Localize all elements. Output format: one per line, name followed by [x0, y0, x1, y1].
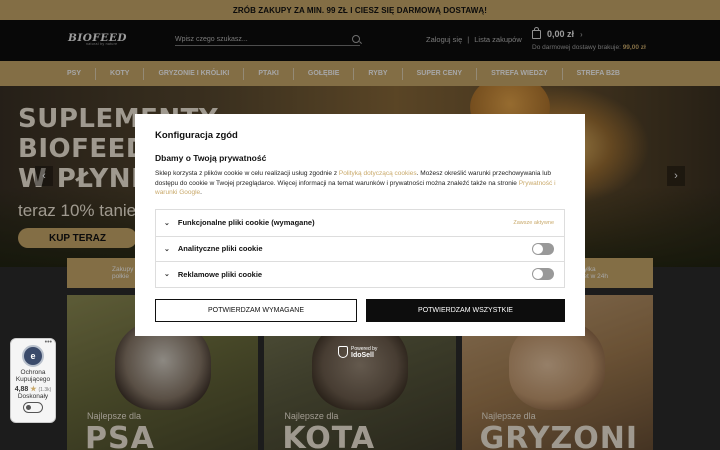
trust-badge-line-2: Kupującego [15, 376, 51, 383]
marketing-toggle[interactable] [532, 268, 554, 281]
modal-subtitle: Dbamy o Twoją prywatność [155, 153, 267, 163]
trust-badge-logo: e [22, 345, 44, 367]
description-text-3: . [200, 189, 202, 196]
cookie-consent-modal: Konfiguracja zgód Dbamy o Twoją prywatno… [135, 114, 585, 336]
shield-icon [338, 346, 348, 358]
idosell-text: Powered by IdoSell [351, 346, 377, 359]
cookie-row-marketing[interactable]: ⌄ Reklamowe pliki cookie [156, 261, 564, 287]
more-icon[interactable]: ••• [45, 339, 52, 346]
cookie-policy-link[interactable]: Polityką dotyczącą cookies [339, 170, 417, 177]
idosell-brand: IdoSell [351, 351, 374, 359]
score-value: 4,88 [14, 386, 29, 393]
modal-description: Sklep korzysta z plików cookie w celu re… [155, 169, 565, 198]
idosell-powered: Powered by [351, 345, 378, 352]
cookie-categories: ⌄ Funkcjonalne pliki cookie (wymagane) Z… [155, 209, 565, 288]
always-active-label: Zawsze aktywne [513, 219, 554, 226]
chevron-down-icon[interactable]: ⌄ [164, 219, 170, 227]
confirm-required-button[interactable]: POTWIERDZAM WYMAGANE [155, 299, 357, 322]
star-icon: ★ [30, 386, 37, 393]
description-text-1: Sklep korzysta z plików cookie w celu re… [155, 170, 339, 177]
trust-badge-score: 4,88 ★ (1.3k) [11, 385, 55, 393]
analytics-toggle[interactable] [532, 242, 554, 255]
trust-badge-rating-label: Doskonały [17, 393, 49, 400]
cookie-row-analytics[interactable]: ⌄ Analityczne pliki cookie [156, 235, 564, 262]
chevron-down-icon[interactable]: ⌄ [164, 245, 170, 253]
confirm-all-button[interactable]: POTWIERDZAM WSZYSTKIE [366, 299, 565, 322]
chevron-down-icon[interactable]: ⌄ [164, 270, 170, 278]
trust-badge[interactable]: ••• e Ochrona Kupującego 4,88 ★ (1.3k) D… [10, 338, 56, 423]
cookie-row-label: Analityczne pliki cookie [177, 244, 263, 254]
idosell-badge[interactable]: Powered by IdoSell [338, 344, 382, 360]
modal-title: Konfiguracja zgód [155, 130, 238, 141]
cookie-row-label: Funkcjonalne pliki cookie (wymagane) [177, 218, 315, 228]
cookie-row-functional[interactable]: ⌄ Funkcjonalne pliki cookie (wymagane) Z… [156, 210, 564, 236]
cookie-row-label: Reklamowe pliki cookie [177, 269, 263, 279]
toggle-switch-icon[interactable] [23, 402, 43, 413]
trust-badge-line-1: Ochrona [20, 369, 46, 376]
